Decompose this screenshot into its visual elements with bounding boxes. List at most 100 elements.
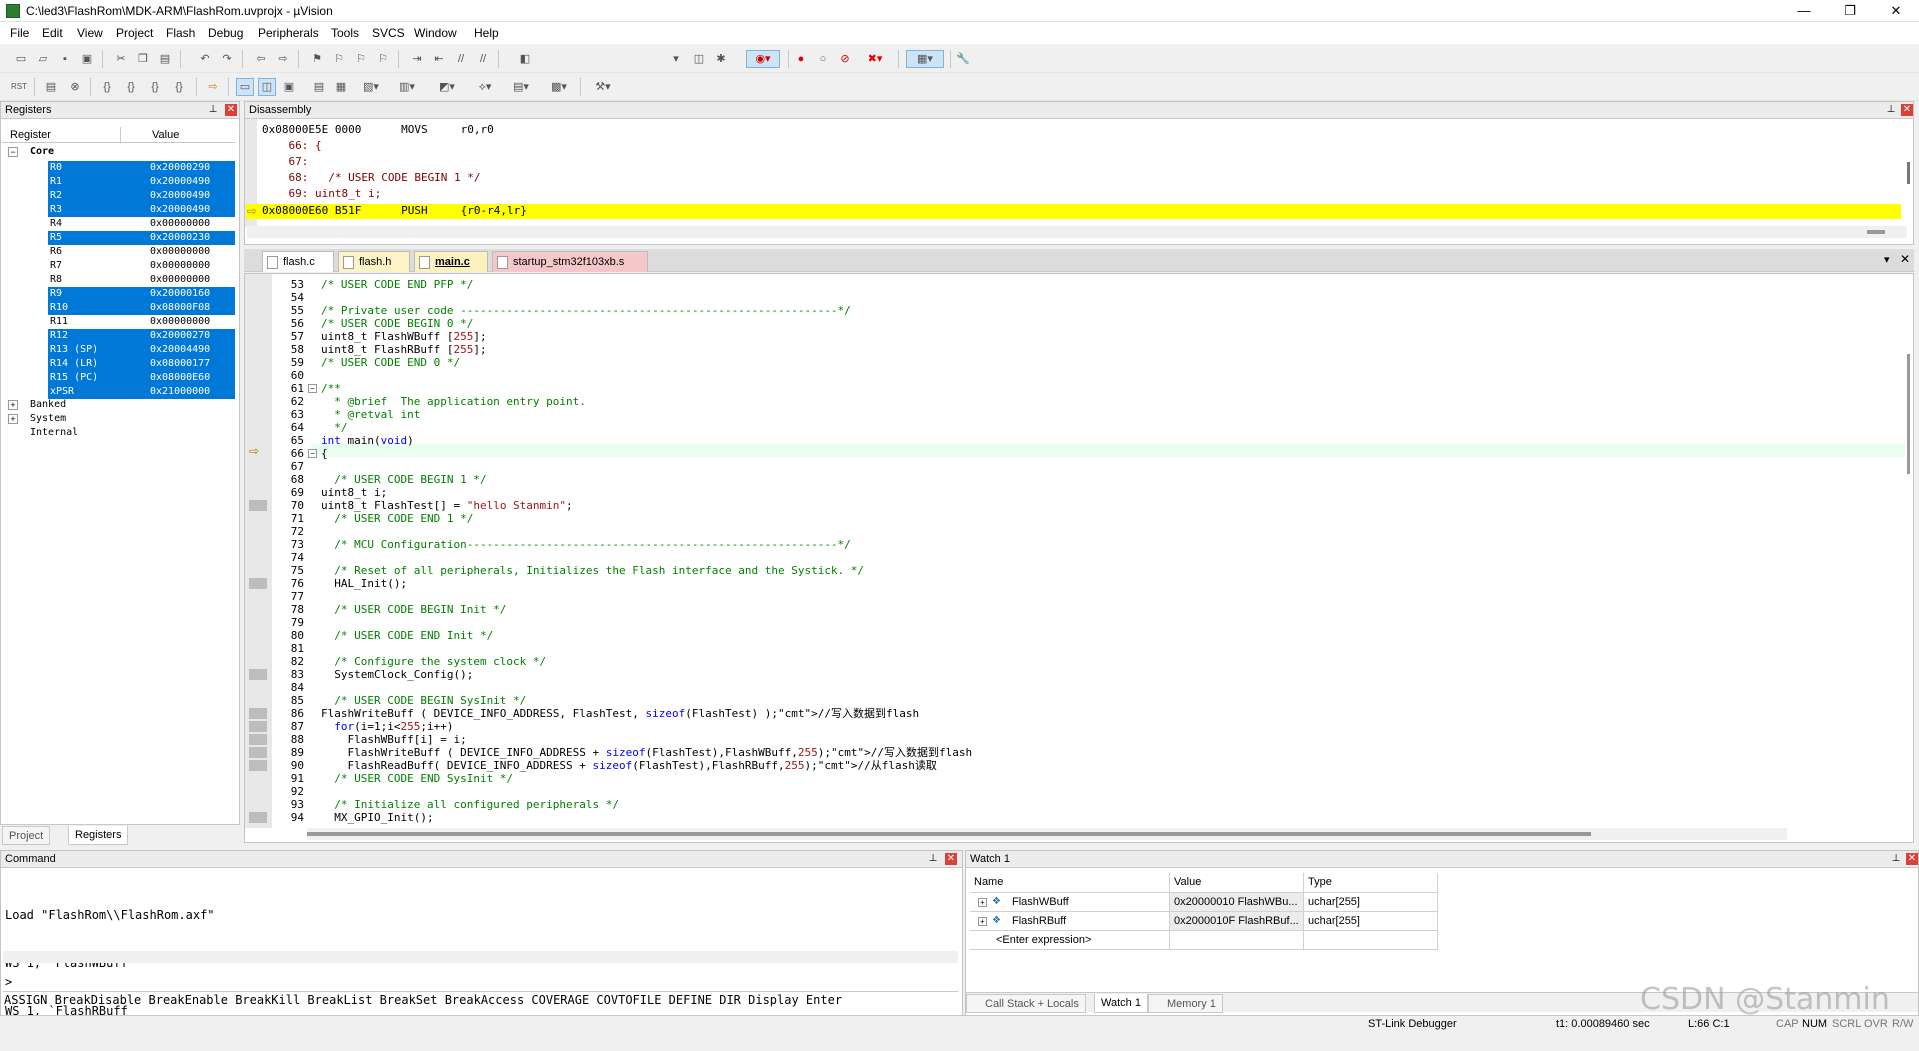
debug-session-icon[interactable]: ◉▾ [746,50,780,68]
register-row[interactable]: R1 0x20000490 [2,175,235,189]
pin-icon[interactable]: ⊥ [1890,853,1902,865]
watch-col-type[interactable]: Type [1304,873,1438,893]
code-line[interactable]: FlashWriteBuff ( DEVICE_INFO_ADDRESS, Fl… [321,707,919,720]
disasm-line[interactable]: 67: [262,155,308,169]
minimize-button[interactable]: — [1781,0,1827,22]
code-line[interactable]: MX_GPIO_Init(); [321,811,433,824]
window-layout-icon[interactable]: ▦▾ [906,50,944,68]
register-row[interactable]: R10 0x08000F08 [2,301,235,315]
code-line[interactable]: /* Initialize all configured peripherals… [321,798,619,811]
editor-hscrollbar[interactable] [307,828,1787,840]
disasm-line[interactable]: 69: uint8_t i; [262,187,381,201]
code-line[interactable]: /* USER CODE BEGIN 1 */ [321,473,486,486]
core-collapse-icon[interactable]: − [8,147,18,157]
menu-tools[interactable]: Tools [331,26,359,40]
nav-forward-icon[interactable]: ⇨ [274,50,292,68]
next-bookmark-icon[interactable]: ⚐ [352,50,370,68]
tab-flash-h[interactable]: flash.h [338,251,410,272]
code-line[interactable]: uint8_t FlashTest[] = "hello Stanmin"; [321,499,573,512]
system-group[interactable]: System [30,413,66,424]
tab-call-stack[interactable]: Call Stack + Locals [966,994,1086,1013]
show-next-statement-icon[interactable]: ⇨ [204,78,222,96]
unindent-icon[interactable]: ⇤ [430,50,448,68]
disasm-line[interactable]: 66: { [262,139,321,153]
breakpoint-slot[interactable] [249,734,267,745]
close-editor-icon[interactable]: ✕ [1900,252,1910,266]
kill-breakpoints-icon[interactable]: ✖▾ [858,50,892,68]
incremental-find-icon[interactable]: ◫ [690,50,708,68]
menu-project[interactable]: Project [116,26,153,40]
menu-file[interactable]: File [10,26,29,40]
watch-row-value[interactable]: 0x20000010 FlashWBu... [1170,893,1304,912]
menu-svcs[interactable]: SVCS [372,26,405,40]
breakpoint-slot[interactable] [249,669,267,680]
run-icon[interactable]: ▤ [42,78,60,96]
disasm-line-current[interactable]: 0x08000E60 B51F PUSH {r0-r4,lr} [262,204,527,218]
code-line[interactable]: /* Configure the system clock */ [321,655,546,668]
tab-watch-1[interactable]: Watch 1 [1094,994,1148,1013]
browse-icon[interactable]: ✱ [712,50,730,68]
close-icon[interactable]: ✕ [1906,853,1918,865]
register-row[interactable]: xPSR 0x21000000 [2,385,235,399]
code-line[interactable]: /* USER CODE END 0 */ [321,356,460,369]
code-line[interactable]: /* Reset of all peripherals, Initializes… [321,564,864,577]
menu-edit[interactable]: Edit [42,26,63,40]
register-row[interactable]: R4 0x00000000 [2,217,235,231]
clear-bookmarks-icon[interactable]: ⚐ [374,50,392,68]
breakpoint-slot[interactable] [249,747,267,758]
configure-icon[interactable]: 🔧 [954,50,972,68]
watch-row-value[interactable]: 0x2000010F FlashRBuf... [1170,912,1304,931]
fold-icon[interactable]: − [308,449,317,458]
banked-group[interactable]: Banked [30,399,66,410]
step-over-icon[interactable]: {} [122,78,140,96]
register-row[interactable]: R8 0x00000000 [2,273,235,287]
code-line[interactable]: /* USER CODE END PFP */ [321,278,473,291]
tab-registers[interactable]: Registers [68,826,129,845]
code-line[interactable]: /* USER CODE END SysInit */ [321,772,513,785]
register-row[interactable]: R12 0x20000270 [2,329,235,343]
code-line[interactable]: /* USER CODE END 1 */ [321,512,473,525]
serial-windows-icon[interactable]: ◩▾ [432,78,462,96]
code-line[interactable]: { [321,447,328,460]
new-file-icon[interactable]: ▭ [12,50,30,68]
menu-window[interactable]: Window [414,26,457,40]
register-row[interactable]: R15 (PC) 0x08000E60 [2,371,235,385]
disasm-line[interactable]: 68: /* USER CODE BEGIN 1 */ [262,171,480,185]
register-row[interactable]: R0 0x20000290 [2,161,235,175]
register-row[interactable]: R3 0x20000490 [2,203,235,217]
register-row[interactable]: R7 0x00000000 [2,259,235,273]
code-line[interactable]: /* USER CODE BEGIN Init */ [321,603,506,616]
reset-icon[interactable]: RST [10,78,28,96]
trace-windows-icon[interactable]: ▤▾ [506,78,536,96]
register-row[interactable]: R6 0x00000000 [2,245,235,259]
code-line[interactable]: int main(void) [321,434,414,447]
register-row[interactable]: R2 0x20000490 [2,189,235,203]
enter-expression[interactable]: <Enter expression> [970,931,1170,950]
tab-startup[interactable]: startup_stm32f103xb.s [492,251,648,272]
watch-col-name[interactable]: Name [970,873,1170,893]
code-line[interactable]: */ [321,421,347,434]
memory-windows-icon[interactable]: ▥▾ [392,78,422,96]
disasm-line[interactable]: 0x08000E5E 0000 MOVS r0,r0 [262,123,494,137]
comment-icon[interactable]: // [452,50,470,68]
breakpoint-slot[interactable] [249,500,267,511]
enable-breakpoint-icon[interactable]: ○ [814,50,832,68]
code-line[interactable]: FlashWBuff[i] = i; [321,733,466,746]
bookmark-icon[interactable]: ⚑ [308,50,326,68]
core-group[interactable]: Core [30,146,54,157]
disassembly-window-icon[interactable]: ◫ [258,78,276,96]
col-register[interactable]: Register [10,129,51,141]
find-dropdown-icon[interactable]: ▾ [668,50,684,68]
nav-back-icon[interactable]: ⇦ [252,50,270,68]
code-line[interactable]: /* USER CODE BEGIN 0 */ [321,317,473,330]
code-line[interactable]: uint8_t i; [321,486,387,499]
stop-icon[interactable]: ⊗ [66,78,84,96]
register-row[interactable]: R14 (LR) 0x08000177 [2,357,235,371]
disasm-hscrollbar[interactable] [247,226,1907,238]
open-folder-icon[interactable]: ▱ [34,50,52,68]
menu-flash[interactable]: Flash [166,26,195,40]
tab-memory-1[interactable]: Memory 1 [1148,994,1223,1013]
menu-peripherals[interactable]: Peripherals [258,26,319,40]
command-hscrollbar[interactable] [3,951,958,963]
step-out-icon[interactable]: {} [146,78,164,96]
